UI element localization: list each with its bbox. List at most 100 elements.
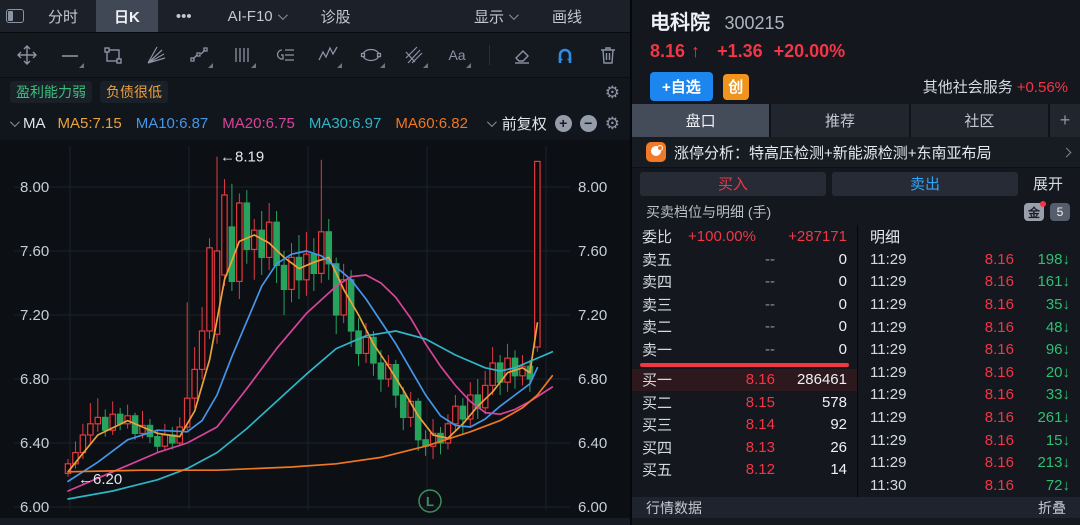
add-watchlist-button[interactable]: +自选 [650, 72, 713, 101]
display-menu-button[interactable]: 显示 [456, 0, 534, 32]
debt-tag[interactable]: 负债很低 [100, 81, 168, 103]
order-book-row[interactable]: 买一8.16286461 [632, 369, 857, 392]
gann-tool-icon[interactable] [274, 44, 296, 66]
tick-row[interactable]: 11:308.1672↓ [858, 474, 1080, 497]
segments-tool-icon[interactable] [188, 44, 210, 66]
order-book-row[interactable]: 卖四--0 [632, 271, 857, 294]
vertical-lines-tool-icon[interactable] [231, 44, 253, 66]
buy-button[interactable]: 买入 [640, 172, 826, 196]
rectangle-tool-icon[interactable] [102, 44, 124, 66]
move-tool-icon[interactable] [16, 44, 38, 66]
level-label: 卖三 [642, 294, 688, 315]
tick-row[interactable]: 11:298.1615↓ [858, 429, 1080, 452]
cut-off-row [632, 518, 1080, 525]
tick-price: 8.16 [930, 477, 1014, 494]
level-label: 买一 [642, 369, 688, 390]
text-tool-icon[interactable]: Aa [446, 44, 468, 66]
tick-time: 11:29 [870, 341, 930, 358]
order-book-row[interactable]: 买三8.1492 [632, 414, 857, 437]
sell-button[interactable]: 卖出 [832, 172, 1018, 196]
pitchfork-tool-icon[interactable] [403, 44, 425, 66]
tab-daily-k[interactable]: 日K [96, 0, 158, 32]
profitability-tag[interactable]: 盈利能力弱 [10, 81, 92, 103]
tick-volume: 198↓ [1014, 251, 1070, 268]
level-price: 8.14 [688, 416, 775, 433]
count-badge[interactable]: 5 [1050, 203, 1070, 221]
tab-community[interactable]: 社区 [911, 104, 1048, 137]
zoom-out-button[interactable]: − [580, 115, 597, 132]
chart-pane: 分时 日K ••• AI-F10 诊股 显示 画线 Aa [0, 0, 630, 525]
tick-volume: 261↓ [1014, 409, 1070, 426]
tab-diagnose-stock[interactable]: 诊股 [303, 0, 369, 32]
candlestick-chart[interactable]: 8.008.007.607.607.207.206.806.806.406.40… [0, 140, 630, 518]
order-book-row[interactable]: 买四8.1326 [632, 436, 857, 459]
fan-lines-tool-icon[interactable] [145, 44, 167, 66]
wave-tool-icon[interactable] [317, 44, 339, 66]
adjust-mode-control[interactable]: 前复权 + − ⚙ [487, 113, 620, 134]
tick-volume: 15↓ [1014, 432, 1070, 449]
zoom-in-button[interactable]: + [555, 115, 572, 132]
quote-panel: 电科院 300215 8.16↑ +1.36 +20.00% +自选 创 其他社… [630, 0, 1080, 525]
tick-row[interactable]: 11:298.1635↓ [858, 293, 1080, 316]
line-tool-icon[interactable] [59, 44, 81, 66]
tick-time: 11:29 [870, 296, 930, 313]
tick-row[interactable]: 11:298.1633↓ [858, 384, 1080, 407]
candlestick-chart-area[interactable]: 8.008.007.607.607.207.206.806.806.406.40… [0, 140, 630, 518]
magnet-tool-icon[interactable] [554, 44, 576, 66]
tab-more-periods[interactable]: ••• [158, 0, 210, 32]
collapse-right-panel-button[interactable] [600, 0, 630, 32]
tick-time: 11:29 [870, 273, 930, 290]
tick-price: 8.16 [930, 364, 1014, 381]
order-book-row[interactable]: 卖三--0 [632, 293, 857, 316]
tick-row[interactable]: 11:298.16213↓ [858, 451, 1080, 474]
order-book-row[interactable]: 买二8.15578 [632, 391, 857, 414]
ma-value-label: MA10:6.87 [136, 115, 209, 132]
tick-row[interactable]: 11:298.1648↓ [858, 316, 1080, 339]
level-price: 8.16 [688, 371, 775, 388]
chinext-board-badge[interactable]: 创 [723, 74, 749, 100]
draw-line-button[interactable]: 画线 [534, 0, 600, 32]
tick-time: 11:29 [870, 319, 930, 336]
market-data-label[interactable]: 行情数据 [646, 498, 702, 518]
gold-badge-icon[interactable]: 金 [1024, 203, 1044, 221]
weibi-percent: +100.00% [688, 228, 756, 245]
level-price: -- [688, 273, 775, 290]
menu-label: 显示 [474, 6, 504, 27]
order-book-row[interactable]: 卖五--0 [632, 248, 857, 271]
limit-up-analysis-row[interactable]: 涨停分析：特高压检测+新能源检测+东南亚布局 [632, 137, 1080, 168]
tick-row[interactable]: 11:298.1696↓ [858, 338, 1080, 361]
chevron-down-icon [278, 10, 288, 20]
tick-row[interactable]: 11:298.16161↓ [858, 271, 1080, 294]
order-book-row[interactable]: 卖二--0 [632, 316, 857, 339]
expand-button[interactable]: 展开 [1024, 173, 1072, 194]
tick-time: 11:29 [870, 432, 930, 449]
tick-row[interactable]: 11:298.16261↓ [858, 406, 1080, 429]
tab-recommend[interactable]: 推荐 [771, 104, 908, 137]
sector-link[interactable]: 其他社会服务+0.56% [923, 76, 1068, 97]
indicator-settings-gear-icon[interactable]: ⚙ [605, 115, 620, 132]
stock-code: 300215 [724, 13, 784, 33]
order-book-row[interactable]: 卖一--0 [632, 338, 857, 361]
tick-row[interactable]: 11:298.1620↓ [858, 361, 1080, 384]
tags-settings-gear-icon[interactable]: ⚙ [605, 84, 620, 101]
tab-minute-chart[interactable]: 分时 [30, 0, 96, 32]
ma-group-toggle[interactable]: MA [10, 115, 46, 132]
tick-row[interactable]: 11:298.16198↓ [858, 248, 1080, 271]
tab-order-book[interactable]: 盘口 [632, 104, 769, 137]
trash-tool-icon[interactable] [597, 44, 619, 66]
collapse-button[interactable]: 折叠 [1038, 498, 1066, 518]
order-book-row[interactable]: 买五8.1214 [632, 459, 857, 482]
collapse-left-panel-button[interactable] [0, 0, 30, 32]
level-volume: 0 [775, 296, 847, 313]
add-tab-button[interactable]: + [1050, 104, 1080, 137]
tick-price: 8.16 [930, 341, 1014, 358]
chevron-down-icon [509, 10, 519, 20]
svg-text:6.40: 6.40 [578, 435, 607, 452]
tick-time: 11:29 [870, 386, 930, 403]
eraser-tool-icon[interactable] [511, 44, 533, 66]
tick-time: 11:29 [870, 364, 930, 381]
tab-ai-f10[interactable]: AI-F10 [210, 0, 303, 32]
book-subheader-label: 买卖档位与明细 (手) [646, 202, 771, 222]
ellipse-tool-icon[interactable] [360, 44, 382, 66]
level-price: -- [688, 251, 775, 268]
